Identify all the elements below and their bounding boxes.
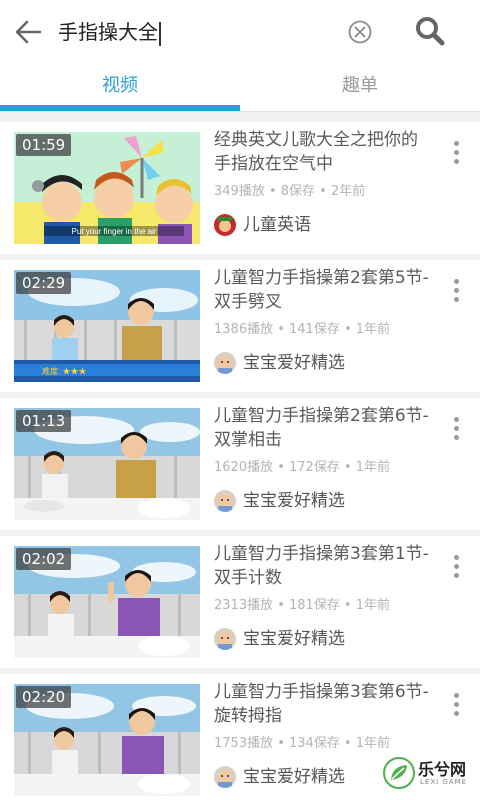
channel-name: 儿童英语 [243,215,311,235]
tab-bar: 视频 趣单 [0,64,480,112]
more-options-button[interactable] [446,276,466,310]
video-title[interactable]: 儿童智力手指操第3套第1节-双手计数 [214,542,434,590]
video-duration: 01:13 [16,410,72,432]
more-vertical-icon [446,555,466,578]
video-card[interactable]: Put your finger in the air 01:59 经典英文儿歌大… [0,122,480,254]
video-duration: 02:02 [16,548,72,570]
more-vertical-icon [446,141,466,164]
video-title[interactable]: 经典英文儿歌大全之把你的手指放在空气中 [214,128,434,176]
video-title[interactable]: 儿童智力手指操第3套第6节-旋转拇指 [214,680,434,728]
channel-avatar [214,352,236,374]
video-title[interactable]: 儿童智力手指操第2套第6节-双掌相击 [214,404,434,452]
video-card[interactable]: 02:02 儿童智力手指操第3套第1节-双手计数 2313播放 • 181保存 … [0,536,480,668]
site-watermark: 乐兮网 LEXI GAME [382,752,478,796]
video-stats: 2313播放 • 181保存 • 1年前 [214,598,391,613]
video-stats: 349播放 • 8保存 • 2年前 [214,184,366,199]
video-duration: 01:59 [16,134,72,156]
video-thumbnail[interactable]: 02:02 [14,546,200,658]
video-thumbnail[interactable]: 01:13 [14,408,200,520]
video-stats: 1753播放 • 134保存 • 1年前 [214,736,391,751]
video-card[interactable]: 难度: ★★★ 02:29 儿童智力手指操第2套第5节-双手劈叉 1386播放 … [0,260,480,392]
more-vertical-icon [446,417,466,440]
more-options-button[interactable] [446,138,466,172]
video-title[interactable]: 儿童智力手指操第2套第5节-双手劈叉 [214,266,434,314]
leaf-logo-icon [383,757,415,789]
video-thumbnail[interactable]: 02:20 [14,684,200,796]
more-vertical-icon [446,279,466,302]
video-stats: 1620播放 • 172保存 • 1年前 [214,460,391,475]
more-options-button[interactable] [446,552,466,586]
more-options-button[interactable] [446,690,466,724]
watermark-subtext: LEXI GAME [420,778,468,786]
search-icon [416,17,445,46]
search-button[interactable] [413,14,447,48]
thumbnail-caption: Put your finger in the air [72,227,157,236]
tab-playlists[interactable]: 趣单 [240,64,480,108]
clear-icon [348,20,372,44]
top-search-bar: 手指操大全 [0,0,480,64]
search-input[interactable]: 手指操大全 [58,14,348,50]
video-duration: 02:29 [16,272,72,294]
video-list: Put your finger in the air 01:59 经典英文儿歌大… [0,112,480,800]
channel-name: 宝宝爱好精选 [243,767,345,787]
tab-videos[interactable]: 视频 [0,64,240,108]
video-duration: 02:20 [16,686,72,708]
video-card[interactable]: 01:13 儿童智力手指操第2套第6节-双掌相击 1620播放 • 172保存 … [0,398,480,530]
clear-search-button[interactable] [346,18,374,46]
more-options-button[interactable] [446,414,466,448]
channel-avatar [214,766,236,788]
back-arrow-icon [15,20,42,44]
video-thumbnail[interactable]: 难度: ★★★ 02:29 [14,270,200,382]
search-query: 手指操大全 [58,20,158,44]
channel-avatar [214,214,236,236]
channel-name: 宝宝爱好精选 [243,491,345,511]
channel-name: 宝宝爱好精选 [243,629,345,649]
more-vertical-icon [446,693,466,716]
channel-avatar [214,490,236,512]
video-stats: 1386播放 • 141保存 • 1年前 [214,322,391,337]
thumbnail-caption: 难度: ★★★ [42,366,86,376]
video-thumbnail[interactable]: Put your finger in the air 01:59 [14,132,200,244]
channel-name: 宝宝爱好精选 [243,353,345,373]
channel-avatar [214,628,236,650]
text-cursor [159,21,161,46]
watermark-text: 乐兮网 [418,760,467,779]
back-button[interactable] [10,14,46,50]
